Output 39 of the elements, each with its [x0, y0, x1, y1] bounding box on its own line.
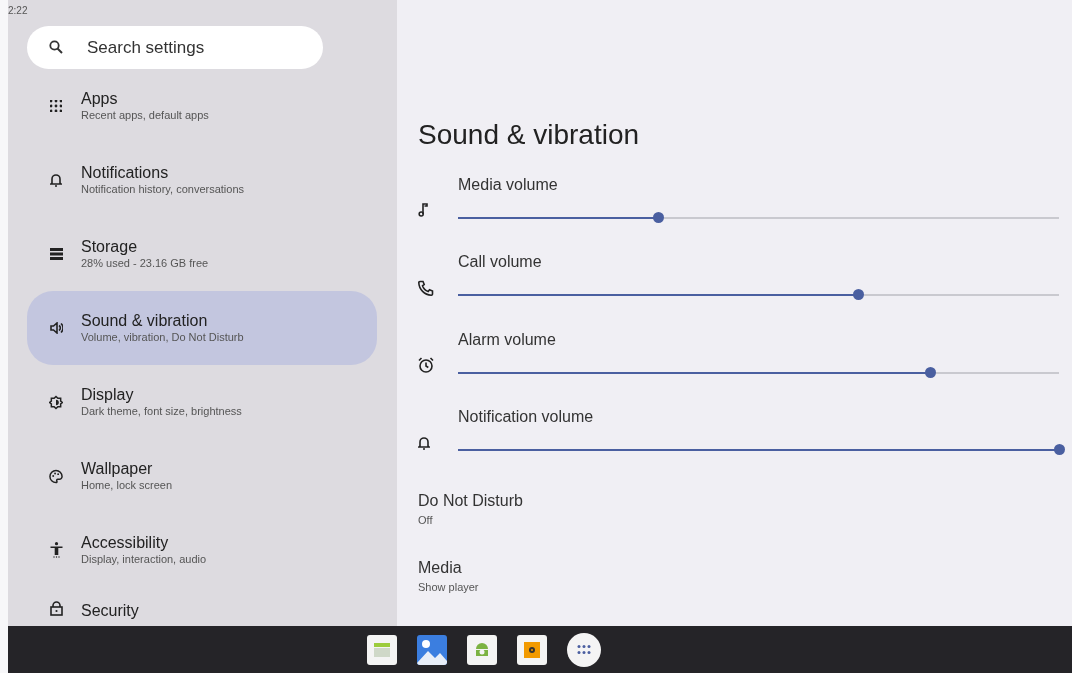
sidebar-item[interactable]: Wallpaper Home, lock screen [27, 439, 377, 513]
brightness-icon [49, 394, 63, 410]
bell-icon [50, 173, 62, 187]
slider-thumb[interactable] [853, 289, 865, 301]
image-app-icon[interactable] [417, 634, 447, 665]
storage-icon [49, 248, 63, 260]
spreadsheet-app-icon[interactable] [367, 634, 397, 665]
bell-icon [418, 435, 430, 450]
setting-summary: Show player [418, 579, 479, 594]
sidebar-item[interactable]: Display Dark theme, font size, brightness [27, 365, 377, 439]
sidebar-item[interactable]: Notifications Notification history, conversations [27, 143, 377, 217]
music-note-icon [418, 203, 428, 218]
slider-label: Call volume [458, 252, 543, 273]
setting-summary: Off [418, 512, 433, 527]
slider-label: Alarm volume [458, 329, 557, 350]
slider-label: Media volume [458, 174, 559, 195]
phone-icon [418, 279, 434, 296]
sidebar-item[interactable]: Security [27, 587, 377, 626]
status-time: 2:22 [8, 4, 28, 18]
search-field[interactable]: Search settings [27, 26, 323, 69]
alarm-clock-icon [418, 357, 434, 374]
grid-icon [50, 100, 62, 112]
speaker-icon [49, 322, 63, 334]
slider-label: Notification volume [458, 407, 595, 428]
page-title: Sound & vibration [418, 118, 641, 152]
sidebar-item[interactable]: Sound & vibration Volume, vibration, Do Not Disturb [27, 291, 377, 365]
palette-icon [49, 468, 63, 484]
slider-thumb[interactable] [925, 366, 937, 378]
sidebar-item[interactable]: Accessibility Display, interaction, audio [27, 513, 377, 587]
setting-title[interactable]: Do Not Disturb [418, 488, 523, 513]
sidebar-item[interactable]: Apps Recent apps, default apps [27, 69, 377, 143]
sidebar-item[interactable]: Storage 28% used - 23.16 GB free [27, 217, 377, 291]
setting-title[interactable]: Media [418, 555, 462, 580]
lock-icon [49, 601, 63, 616]
speaker-app-icon[interactable] [517, 634, 547, 665]
person-icon [49, 542, 63, 558]
app-grid-icon[interactable] [567, 632, 601, 667]
slider-thumb[interactable] [1053, 444, 1065, 456]
slider-thumb[interactable] [652, 211, 664, 223]
